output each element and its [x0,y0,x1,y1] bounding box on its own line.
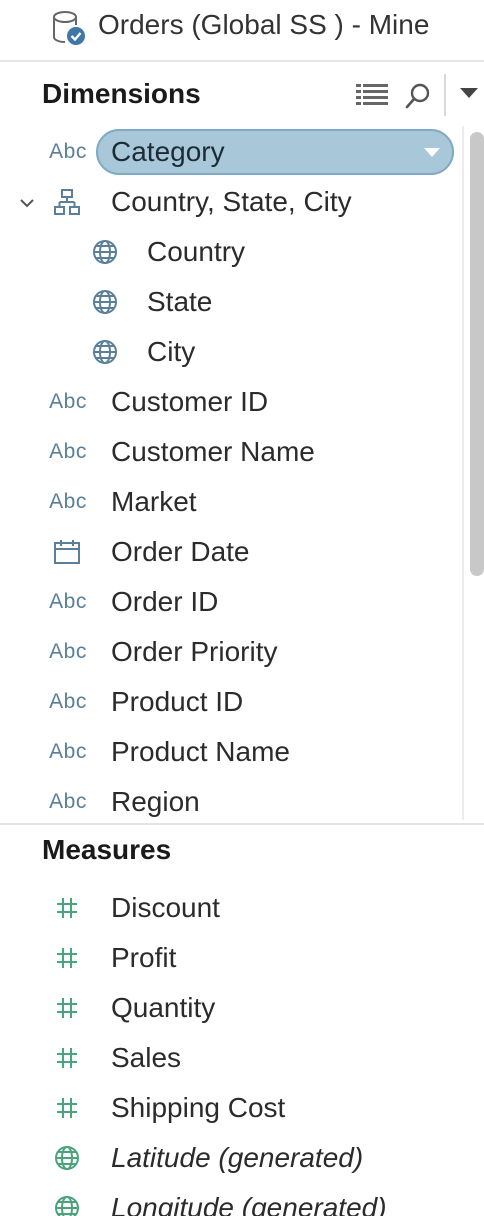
hash-icon [50,883,84,933]
field-label: Sales [111,1042,182,1073]
hash-icon [50,933,84,983]
field-product-id[interactable]: Abc Product ID [0,677,460,727]
hash-icon [50,983,84,1033]
globe-icon [88,277,122,327]
field-label: Order ID [111,586,219,617]
header-divider [0,60,484,62]
pill-dropdown-icon[interactable] [424,148,440,157]
abc-type-icon: Abc [49,390,87,413]
abc-type-icon: Abc [49,740,87,763]
globe-icon [88,327,122,377]
abc-type-icon: Abc [49,690,87,713]
field-market[interactable]: Abc Market [0,477,460,527]
field-product-name[interactable]: Abc Product Name [0,727,460,777]
hash-icon [50,1083,84,1133]
abc-type-icon: Abc [49,140,87,163]
field-label: Order Date [111,536,250,567]
field-label: Discount [111,892,220,923]
measures-title: Measures [42,834,172,865]
field-label: Country [147,236,246,267]
abc-type-icon: Abc [49,490,87,513]
field-region[interactable]: Abc Region [0,777,460,827]
field-order-id[interactable]: Abc Order ID [0,577,460,627]
hash-icon [50,1033,84,1083]
globe-icon [88,227,122,277]
field-discount[interactable]: Discount [0,883,460,933]
field-label: Customer Name [111,436,315,467]
field-longitude-generated[interactable]: Longitude (generated) [0,1183,460,1216]
scrollbar-track [462,126,464,820]
globe-icon [50,1183,84,1216]
toolbar-separator [444,74,446,116]
field-label: Market [111,486,197,517]
list-view-icon[interactable] [356,82,388,108]
dropdown-caret-icon[interactable] [460,88,478,98]
field-label: Quantity [111,992,216,1023]
field-label: Latitude (generated) [111,1142,364,1173]
field-label: Profit [111,942,177,973]
field-label: Country, State, City [111,186,352,217]
calendar-icon [50,527,84,577]
field-label: Product ID [111,686,244,717]
field-label: City [147,336,196,367]
field-sales[interactable]: Sales [0,1033,460,1083]
field-profit[interactable]: Profit [0,933,460,983]
field-label-category: Category [111,136,225,167]
field-order-priority[interactable]: Abc Order Priority [0,627,460,677]
field-city[interactable]: City [0,327,460,377]
section-divider[interactable] [0,823,484,825]
field-label: State [147,286,213,317]
datasource-title: Orders (Global SS ) - Mine [98,9,430,40]
field-label: Customer ID [111,386,269,417]
data-pane: Orders (Global SS ) - Mine Dimensions Ab… [0,0,484,1216]
abc-type-icon: Abc [49,790,87,813]
dimensions-title: Dimensions [42,78,201,109]
field-latitude-generated[interactable]: Latitude (generated) [0,1133,460,1183]
field-quantity[interactable]: Quantity [0,983,460,1033]
scrollbar-thumb[interactable] [470,132,484,576]
abc-type-icon: Abc [49,440,87,463]
field-label: Shipping Cost [111,1092,286,1123]
datasource-header[interactable]: Orders (Global SS ) - Mine [0,0,484,56]
hierarchy-country-state-city[interactable]: Country, State, City [0,177,460,227]
search-icon[interactable] [404,82,432,110]
field-label: Longitude (generated) [111,1192,387,1216]
field-label: Product Name [111,736,290,767]
abc-type-icon: Abc [49,590,87,613]
field-label: Region [111,786,200,817]
field-state[interactable]: State [0,277,460,327]
field-order-date[interactable]: Order Date [0,527,460,577]
abc-type-icon: Abc [49,640,87,663]
globe-icon [50,1133,84,1183]
field-customer-id[interactable]: Abc Customer ID [0,377,460,427]
field-customer-name[interactable]: Abc Customer Name [0,427,460,477]
hierarchy-icon [50,177,84,227]
database-check-icon [53,11,85,45]
field-country[interactable]: Country [0,227,460,277]
field-shipping-cost[interactable]: Shipping Cost [0,1083,460,1133]
field-label: Order Priority [111,636,278,667]
